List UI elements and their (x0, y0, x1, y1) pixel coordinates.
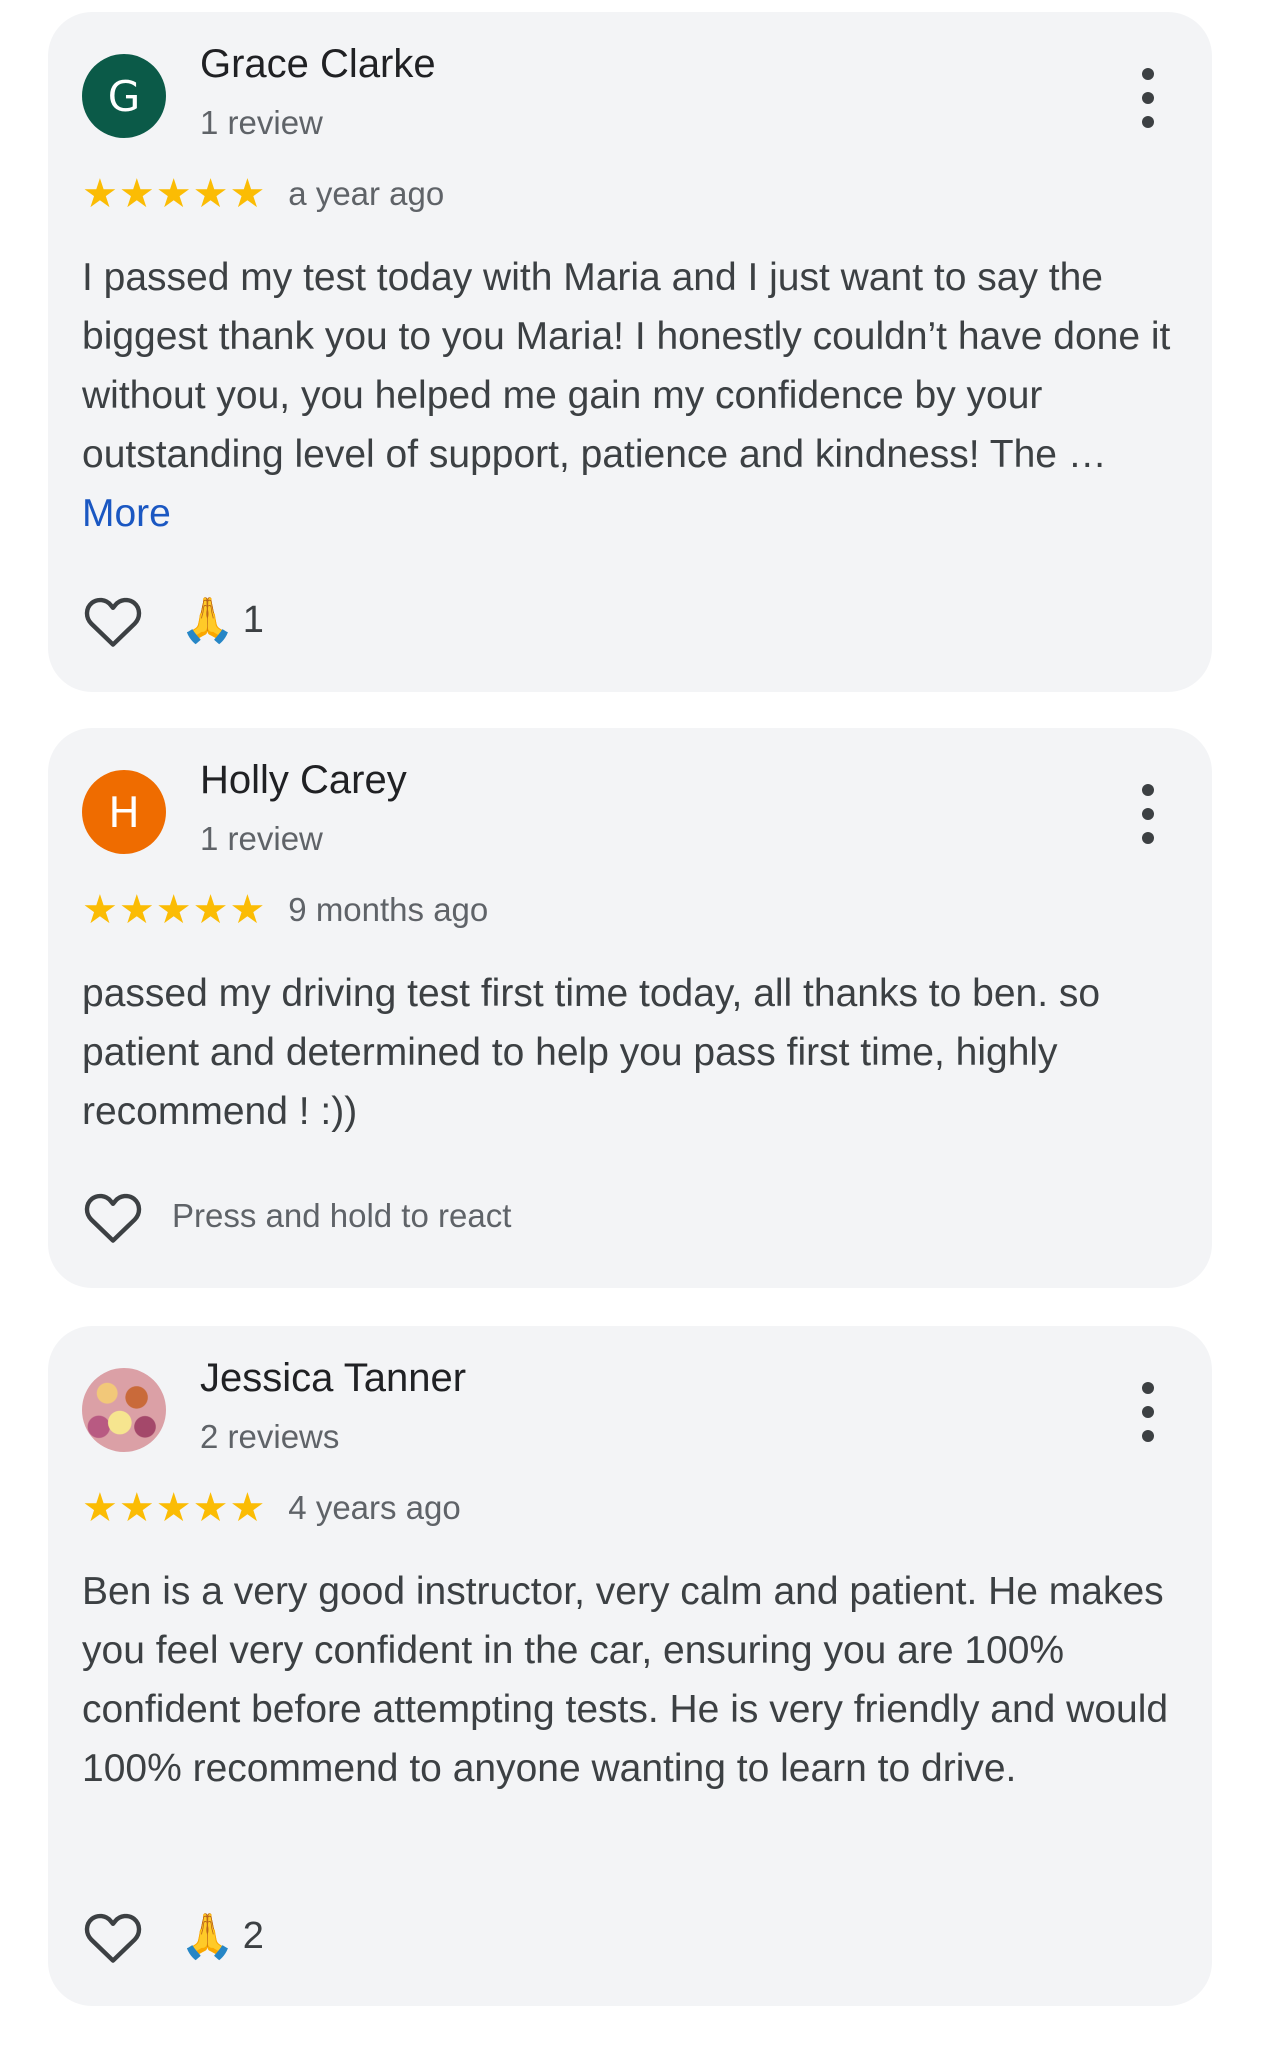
review-time: a year ago (288, 175, 445, 212)
menu-dot (1142, 92, 1154, 104)
reaction-count: 2 (242, 1914, 264, 1957)
heart-icon[interactable] (82, 1907, 144, 1965)
star-rating-icon: ★★★★★ (82, 887, 267, 933)
star-rating-icon: ★★★★★ (82, 1485, 267, 1531)
star-rating-icon: ★★★★★ (82, 171, 267, 217)
reviewer-review-count: 1 review (200, 104, 323, 141)
review-card: Jessica Tanner 2 reviews ★★★★★ 4 years a… (48, 1326, 1212, 2006)
reviewer-name[interactable]: Holly Carey (200, 758, 407, 803)
review-card: H Holly Carey 1 review ★★★★★ 9 months ag… (48, 728, 1212, 1288)
menu-dot (1142, 1382, 1154, 1394)
more-options-icon[interactable] (1138, 784, 1158, 844)
menu-dot (1142, 116, 1154, 128)
reviewer-review-count: 1 review (200, 820, 323, 857)
avatar[interactable]: H (82, 770, 166, 854)
more-link[interactable]: More (82, 492, 171, 535)
review-text: passed my driving test first time today,… (82, 972, 1101, 1133)
more-options-icon[interactable] (1138, 1382, 1158, 1442)
heart-icon[interactable] (82, 1187, 144, 1245)
reactions-row: Press and hold to react (82, 1184, 511, 1248)
press-hold-hint: Press and hold to react (172, 1197, 512, 1234)
avatar[interactable]: G (82, 54, 166, 138)
avatar[interactable] (82, 1368, 166, 1452)
reviewer-name[interactable]: Grace Clarke (200, 42, 436, 87)
menu-dot (1142, 1406, 1154, 1418)
folded-hands-icon[interactable]: 🙏 (180, 1910, 235, 1962)
menu-dot (1142, 1430, 1154, 1442)
reviewer-review-count: 2 reviews (200, 1418, 340, 1455)
review-time: 4 years ago (288, 1489, 461, 1526)
folded-hands-icon[interactable]: 🙏 (180, 594, 235, 646)
menu-dot (1142, 808, 1154, 820)
review-time: 9 months ago (288, 891, 489, 928)
menu-dot (1142, 784, 1154, 796)
menu-dot (1142, 832, 1154, 844)
review-text-content: I passed my test today with Maria and I … (82, 256, 1171, 476)
heart-icon[interactable] (82, 591, 144, 649)
rating-row: ★★★★★ a year ago (82, 172, 444, 216)
review-text: I passed my test today with Maria and I … (82, 248, 1192, 543)
reactions-row: 🙏 2 (82, 1904, 264, 1968)
more-options-icon[interactable] (1138, 68, 1158, 128)
reactions-row: 🙏 1 (82, 588, 264, 652)
menu-dot (1142, 68, 1154, 80)
reaction-count: 1 (242, 598, 264, 641)
rating-row: ★★★★★ 9 months ago (82, 888, 488, 932)
review-text: Ben is a very good instructor, very calm… (82, 1570, 1169, 1790)
review-card: G Grace Clarke 1 review ★★★★★ a year ago… (48, 12, 1212, 692)
reviewer-name[interactable]: Jessica Tanner (200, 1356, 466, 1401)
rating-row: ★★★★★ 4 years ago (82, 1486, 461, 1530)
